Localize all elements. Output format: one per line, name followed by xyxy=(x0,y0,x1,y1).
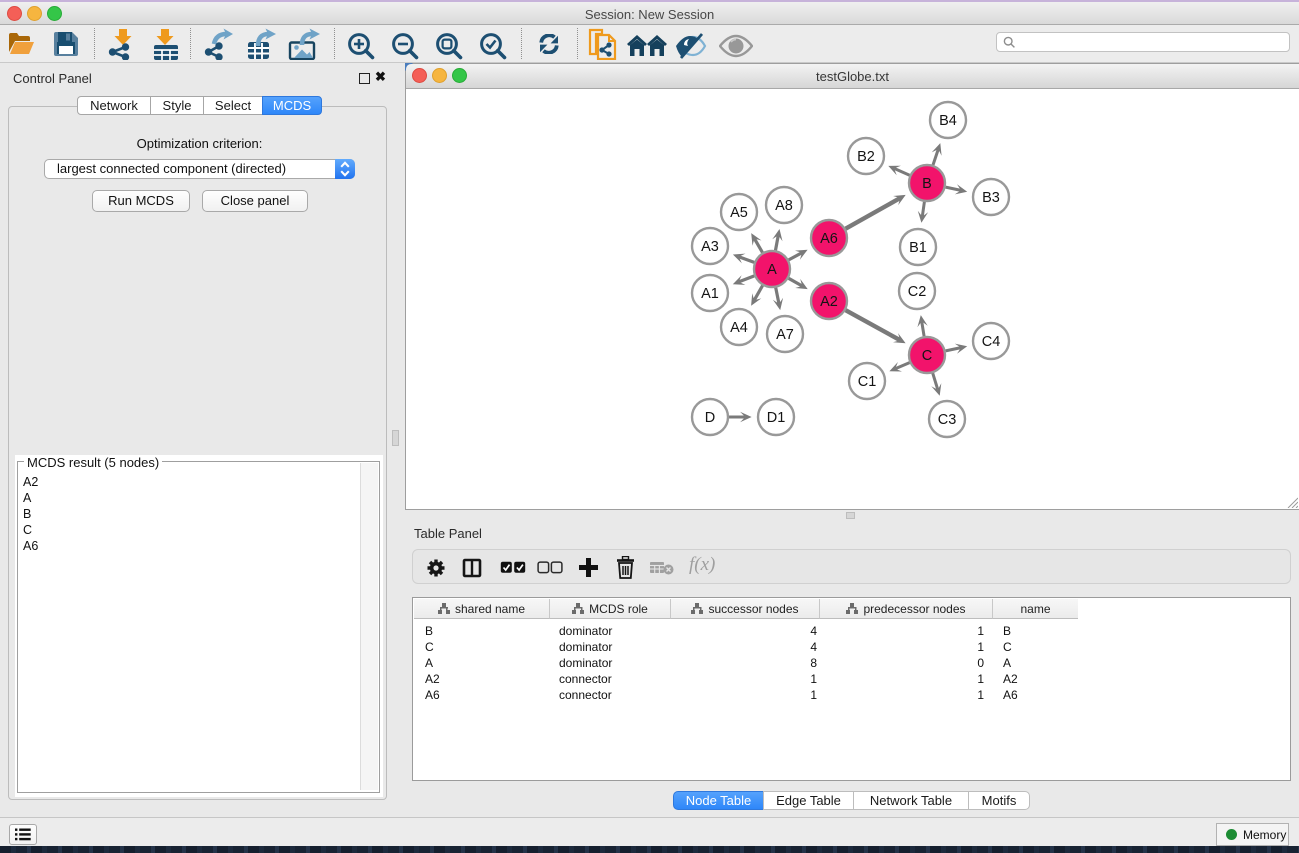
svg-text:C4: C4 xyxy=(982,334,1001,350)
svg-text:A5: A5 xyxy=(730,205,748,221)
svg-text:A1: A1 xyxy=(701,286,719,302)
svg-text:B: B xyxy=(922,176,932,192)
svg-text:A6: A6 xyxy=(820,231,838,247)
svg-text:A: A xyxy=(767,262,777,278)
svg-text:B4: B4 xyxy=(939,113,957,129)
svg-text:A3: A3 xyxy=(701,239,719,255)
svg-text:C2: C2 xyxy=(908,284,927,300)
svg-text:D: D xyxy=(705,410,715,426)
svg-text:A7: A7 xyxy=(776,327,794,343)
svg-text:C: C xyxy=(922,348,932,364)
svg-text:C1: C1 xyxy=(858,374,877,390)
svg-text:B1: B1 xyxy=(909,240,927,256)
svg-text:C3: C3 xyxy=(938,412,957,428)
svg-text:D1: D1 xyxy=(767,410,786,426)
svg-text:B2: B2 xyxy=(857,149,875,165)
svg-text:B3: B3 xyxy=(982,190,1000,206)
svg-text:A2: A2 xyxy=(820,294,838,310)
svg-text:A4: A4 xyxy=(730,320,748,336)
svg-text:A8: A8 xyxy=(775,198,793,214)
